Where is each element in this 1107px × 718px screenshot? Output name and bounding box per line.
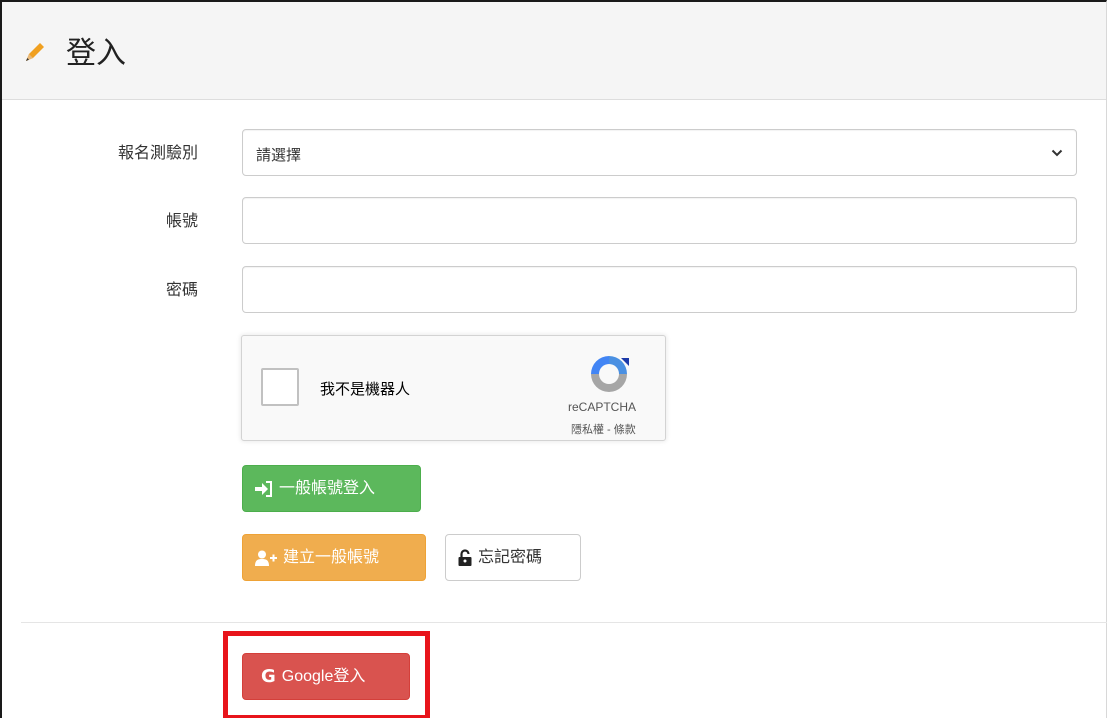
pencil-icon — [26, 43, 44, 61]
google-login-label: Google登入 — [281, 668, 366, 685]
password-label: 密碼 — [165, 282, 198, 299]
recaptcha-brand: reCAPTCHA — [568, 400, 637, 414]
panel-heading: 登入 — [2, 2, 1106, 100]
page-title: 登入 — [66, 37, 126, 70]
test-type-select[interactable]: 請選擇 — [242, 129, 1077, 176]
general-login-button[interactable]: 一般帳號登入 — [242, 465, 421, 512]
test-type-selected-value: 請選擇 — [256, 147, 302, 164]
password-input[interactable] — [242, 266, 1077, 313]
user-plus-icon — [255, 550, 277, 566]
recaptcha-checkbox[interactable] — [261, 368, 299, 406]
recaptcha-logo-icon — [591, 356, 629, 392]
sign-in-icon — [255, 480, 272, 497]
unlock-icon — [458, 549, 472, 566]
account-label: 帳號 — [165, 213, 198, 230]
google-login-button[interactable]: G Google登入 — [242, 653, 410, 700]
forgot-password-label: 忘記密碼 — [478, 549, 543, 566]
recaptcha-privacy-terms-link[interactable]: 隱私權 - 條款 — [571, 421, 636, 437]
account-input[interactable] — [242, 197, 1077, 244]
general-login-label: 一般帳號登入 — [279, 480, 376, 497]
create-account-button[interactable]: 建立一般帳號 — [242, 534, 426, 581]
chevron-down-icon — [1051, 149, 1063, 157]
google-icon: G — [261, 666, 276, 687]
test-type-label: 報名測驗別 — [117, 145, 198, 162]
forgot-password-button[interactable]: 忘記密碼 — [445, 534, 581, 581]
create-account-label: 建立一般帳號 — [283, 549, 380, 566]
recaptcha-widget: 我不是機器人 reCAPTCHA 隱私權 - 條款 — [241, 335, 666, 441]
section-divider — [21, 622, 1107, 623]
login-panel: 登入 報名測驗別 請選擇 帳號 密碼 我不是機器人 reCAPTCHA 隱私權 … — [0, 0, 1107, 718]
recaptcha-label: 我不是機器人 — [320, 381, 411, 398]
